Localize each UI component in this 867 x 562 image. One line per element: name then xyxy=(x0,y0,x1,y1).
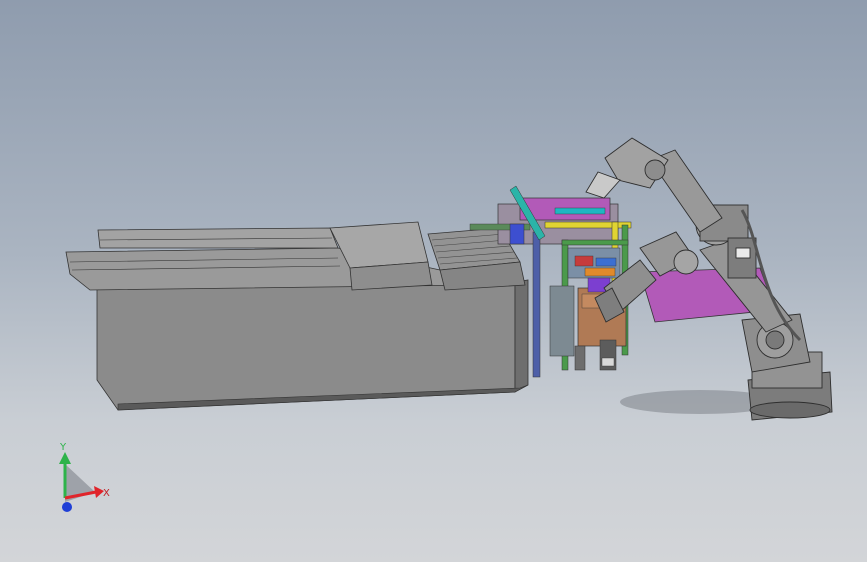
cad-viewport[interactable]: Y X xyxy=(0,0,867,562)
conveyor-table[interactable] xyxy=(65,221,529,411)
x-axis-label: X xyxy=(103,488,110,499)
y-axis-label: Y xyxy=(59,442,67,453)
cad-scene[interactable] xyxy=(0,0,867,562)
axis-triad: Y X xyxy=(59,442,110,512)
z-axis-origin-icon xyxy=(62,502,72,512)
y-axis-arrow-icon xyxy=(59,452,71,464)
